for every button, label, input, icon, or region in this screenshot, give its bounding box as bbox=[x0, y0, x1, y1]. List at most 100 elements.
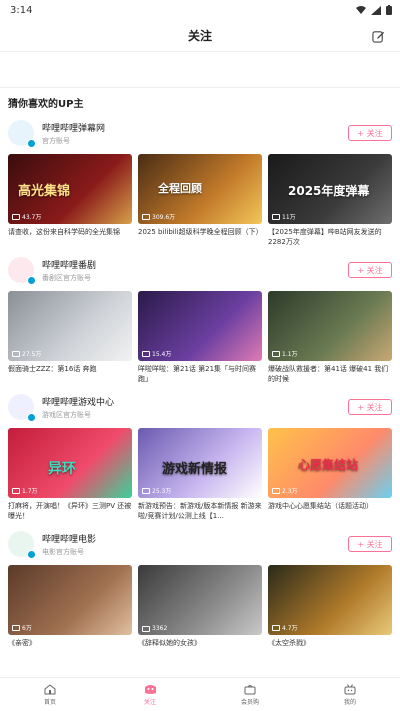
edit-icon[interactable] bbox=[368, 26, 388, 46]
up-name[interactable]: 哔哩哔哩电影 bbox=[42, 532, 348, 545]
video-card[interactable]: 高光集锦 43.7万 请查收，这份来自科学码的全光集锦 bbox=[8, 154, 132, 247]
view-count: 2.3万 bbox=[272, 486, 298, 495]
tab-home[interactable]: 首页 bbox=[0, 678, 100, 711]
video-thumbnail[interactable]: 15.4万 bbox=[138, 291, 262, 361]
view-count-value: 6万 bbox=[22, 625, 32, 632]
video-card[interactable]: 异环 1.7万 打麻将，开演唱！《异环》三测PV 还被曝光！ bbox=[8, 428, 132, 521]
tab-label: 会员购 bbox=[240, 698, 259, 706]
thumbnail-caption: 全程回顾 bbox=[158, 182, 202, 195]
verified-icon bbox=[27, 550, 36, 559]
avatar[interactable] bbox=[8, 531, 36, 559]
view-count: 6万 bbox=[12, 623, 32, 632]
thumbnail-caption: 异环 bbox=[48, 461, 76, 477]
tab-mall[interactable]: 会员购 bbox=[200, 678, 300, 711]
video-row: 高光集锦 43.7万 请查收，这份来自科学码的全光集锦 全程回顾 309.6万 bbox=[8, 154, 392, 247]
video-card[interactable]: 1.1万 爆破战队救援者：第41话 爆破41 我们的时候 bbox=[268, 291, 392, 384]
video-title[interactable]: 【2025年度弹幕】哔B站网友发送的2282万次 bbox=[268, 227, 392, 247]
home-icon bbox=[44, 683, 56, 694]
video-row: 6万 《亲密》 3362 《辞释似她的女孩》 4.7万 《太空杀戮》 bbox=[8, 565, 392, 658]
video-thumbnail[interactable]: 心愿集结站 2.3万 bbox=[268, 428, 392, 498]
status-bar: 3:14 bbox=[0, 0, 400, 20]
video-title[interactable]: 2025 bilibili超级科学晚全程回顾（下） bbox=[138, 227, 262, 247]
video-thumbnail[interactable]: 6万 bbox=[8, 565, 132, 635]
up-header: 哔哩哔哩番剧 番剧区官方账号 + 关注 bbox=[8, 253, 392, 287]
video-card[interactable]: 6万 《亲密》 bbox=[8, 565, 132, 658]
view-count: 27.5万 bbox=[12, 349, 41, 358]
view-count: 1.7万 bbox=[12, 486, 38, 495]
tab-follow[interactable]: 关注 bbox=[100, 678, 200, 711]
up-info: 哔哩哔哩弹幕网 官方账号 bbox=[42, 121, 348, 146]
play-icon bbox=[272, 213, 280, 220]
play-icon bbox=[12, 213, 20, 220]
verified-icon bbox=[27, 139, 36, 148]
video-row: 异环 1.7万 打麻将，开演唱！《异环》三测PV 还被曝光！ 游戏新情报 25.… bbox=[8, 428, 392, 521]
view-count-value: 3362 bbox=[152, 625, 168, 632]
video-card[interactable]: 2025年度弹幕 11万 【2025年度弹幕】哔B站网友发送的2282万次 bbox=[268, 154, 392, 247]
view-count-value: 15.4万 bbox=[152, 351, 172, 358]
video-thumbnail[interactable]: 高光集锦 43.7万 bbox=[8, 154, 132, 224]
follow-button[interactable]: + 关注 bbox=[348, 262, 392, 278]
follow-icon bbox=[144, 684, 156, 694]
play-icon bbox=[142, 350, 150, 357]
view-count: 43.7万 bbox=[12, 212, 41, 221]
video-title[interactable]: 《辞释似她的女孩》 bbox=[138, 638, 262, 658]
video-card[interactable]: 4.7万 《太空杀戮》 bbox=[268, 565, 392, 658]
video-title[interactable]: 爆破战队救援者：第41话 爆破41 我们的时候 bbox=[268, 364, 392, 384]
avatar[interactable] bbox=[8, 257, 36, 285]
thumbnail-caption: 2025年度弹幕 bbox=[288, 184, 370, 198]
video-thumbnail[interactable]: 1.1万 bbox=[268, 291, 392, 361]
video-title[interactable]: 新游戏预告：新游戏/版本新情报 新游来啦/竞赛计划/公测上线【1... bbox=[138, 501, 262, 521]
up-info: 哔哩哔哩游戏中心 游戏区官方账号 bbox=[42, 395, 348, 420]
video-title[interactable]: 假面骑士ZZZ：第16话 奔跑 bbox=[8, 364, 132, 384]
video-title[interactable]: 《太空杀戮》 bbox=[268, 638, 392, 658]
status-time: 3:14 bbox=[10, 4, 33, 16]
avatar[interactable] bbox=[8, 394, 36, 422]
top-header: 关注 bbox=[0, 20, 400, 52]
view-count-value: 1.1万 bbox=[282, 351, 298, 358]
bottom-tab-bar: 首页 关注 会员购 我的 bbox=[0, 677, 400, 711]
video-title[interactable]: 请查收，这份来自科学码的全光集锦 bbox=[8, 227, 132, 247]
video-title[interactable]: 打麻将，开演唱！《异环》三测PV 还被曝光！ bbox=[8, 501, 132, 521]
video-thumbnail[interactable]: 异环 1.7万 bbox=[8, 428, 132, 498]
play-icon bbox=[12, 350, 20, 357]
follow-button[interactable]: + 关注 bbox=[348, 125, 392, 141]
video-thumbnail[interactable]: 全程回顾 309.6万 bbox=[138, 154, 262, 224]
view-count-value: 2.3万 bbox=[282, 488, 298, 495]
up-name[interactable]: 哔哩哔哩弹幕网 bbox=[42, 121, 348, 134]
mall-icon bbox=[244, 684, 256, 694]
view-count-value: 1.7万 bbox=[22, 488, 38, 495]
video-thumbnail[interactable]: 2025年度弹幕 11万 bbox=[268, 154, 392, 224]
tab-label: 关注 bbox=[143, 698, 156, 706]
view-count: 3362 bbox=[142, 625, 167, 632]
divider bbox=[8, 658, 392, 664]
play-icon bbox=[272, 350, 280, 357]
video-card[interactable]: 3362 《辞释似她的女孩》 bbox=[138, 565, 262, 658]
video-card[interactable]: 游戏新情报 25.3万 新游戏预告：新游戏/版本新情报 新游来啦/竞赛计划/公测… bbox=[138, 428, 262, 521]
video-thumbnail[interactable]: 3362 bbox=[138, 565, 262, 635]
up-name[interactable]: 哔哩哔哩游戏中心 bbox=[42, 395, 348, 408]
up-desc: 游戏区官方账号 bbox=[42, 410, 91, 419]
video-row: 27.5万 假面骑士ZZZ：第16话 奔跑 15.4万 咩啦咩啦：第21话 第2… bbox=[8, 291, 392, 384]
video-card[interactable]: 心愿集结站 2.3万 游戏中心心愿集结站（话题活动） bbox=[268, 428, 392, 521]
view-count-value: 25.3万 bbox=[152, 488, 172, 495]
tab-mine[interactable]: 我的 bbox=[300, 678, 400, 711]
up-desc: 官方账号 bbox=[42, 136, 70, 145]
video-title[interactable]: 游戏中心心愿集结站（话题活动） bbox=[268, 501, 392, 521]
follow-button[interactable]: + 关注 bbox=[348, 399, 392, 415]
section-title: 猜你喜欢的UP主 bbox=[8, 98, 84, 110]
avatar[interactable] bbox=[8, 120, 36, 148]
video-card[interactable]: 27.5万 假面骑士ZZZ：第16话 奔跑 bbox=[8, 291, 132, 384]
video-card[interactable]: 15.4万 咩啦咩啦：第21话 第21集「与时间赛跑」 bbox=[138, 291, 262, 384]
video-thumbnail[interactable]: 4.7万 bbox=[268, 565, 392, 635]
thumbnail-caption: 心愿集结站 bbox=[298, 458, 359, 472]
video-card[interactable]: 全程回顾 309.6万 2025 bilibili超级科学晚全程回顾（下） bbox=[138, 154, 262, 247]
app-root: 3:14 关注 猜你喜欢的UP主 哔哩哔哩弹幕网 官方账号 + 关注 高光集锦 … bbox=[0, 0, 400, 711]
verified-icon bbox=[27, 276, 36, 285]
wifi-icon bbox=[356, 5, 366, 14]
follow-button[interactable]: + 关注 bbox=[348, 536, 392, 552]
video-thumbnail[interactable]: 27.5万 bbox=[8, 291, 132, 361]
up-name[interactable]: 哔哩哔哩番剧 bbox=[42, 258, 348, 271]
video-title[interactable]: 《亲密》 bbox=[8, 638, 132, 658]
video-thumbnail[interactable]: 游戏新情报 25.3万 bbox=[138, 428, 262, 498]
video-title[interactable]: 咩啦咩啦：第21话 第21集「与时间赛跑」 bbox=[138, 364, 262, 384]
